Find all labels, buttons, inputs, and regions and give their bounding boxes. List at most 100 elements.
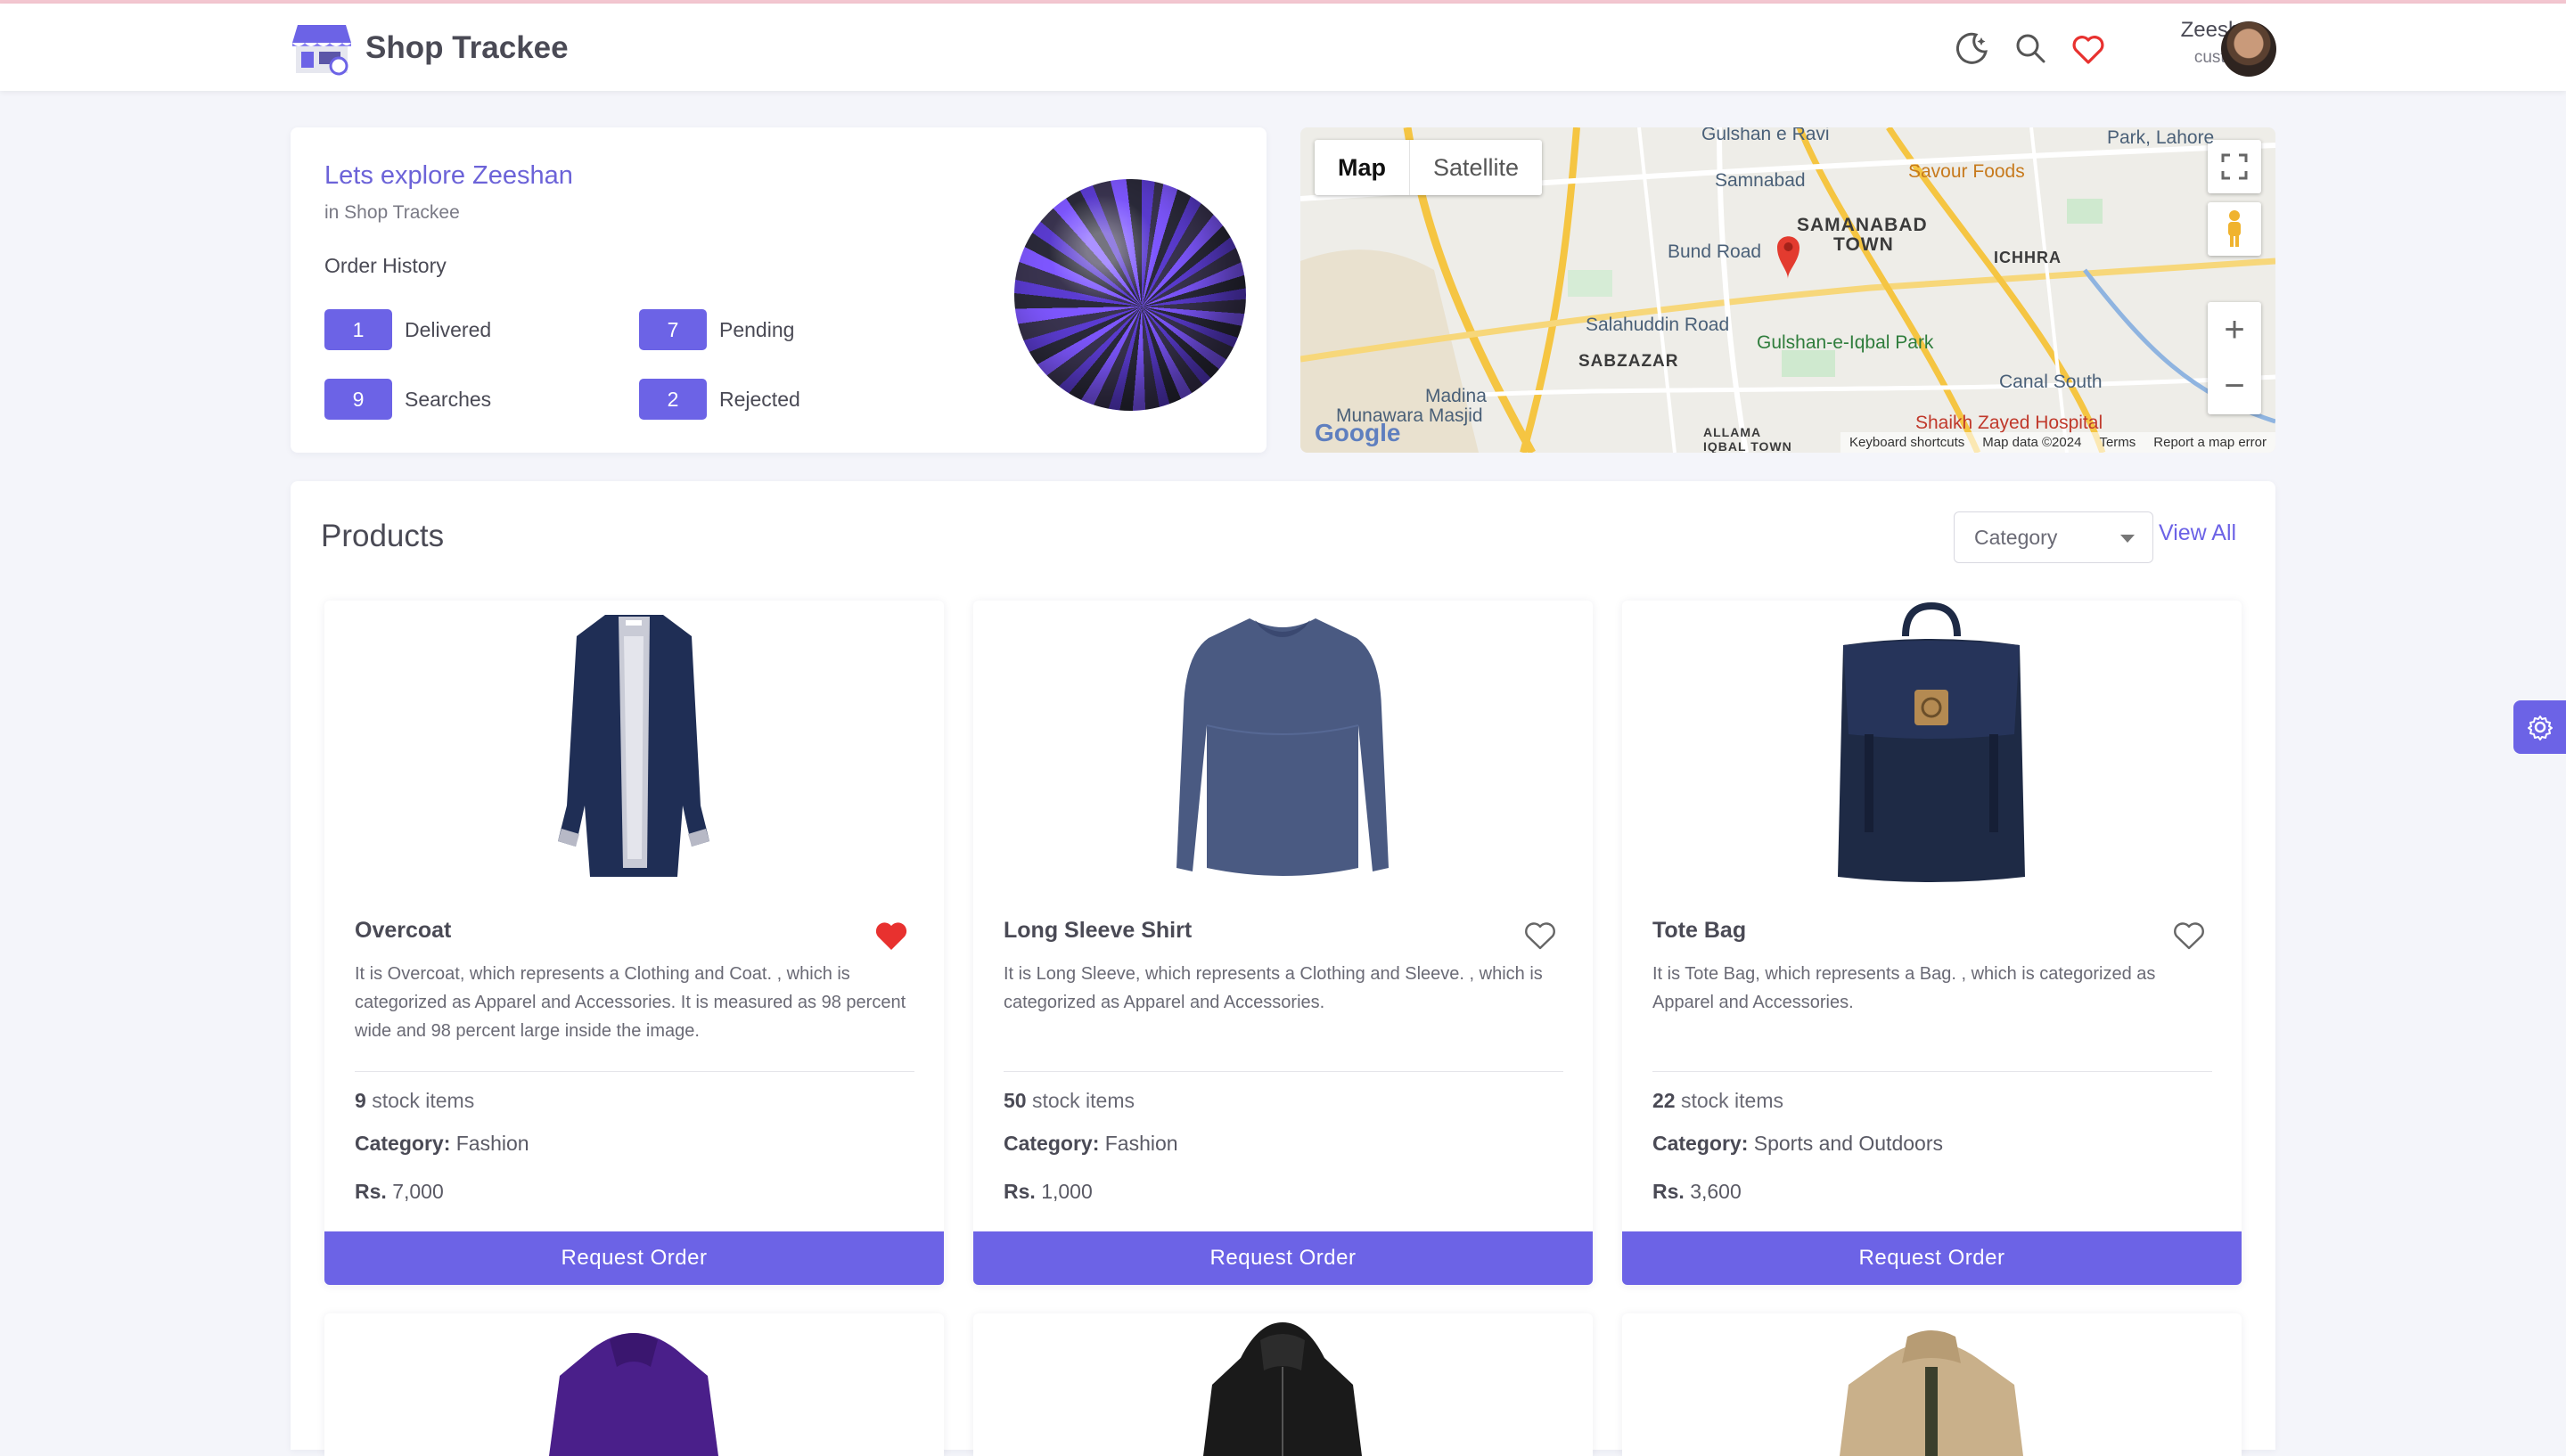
map-label: Park, Lahore bbox=[2107, 127, 2215, 148]
map-label: Madina bbox=[1425, 386, 1487, 406]
settings-button[interactable] bbox=[2513, 700, 2566, 754]
report-error-link[interactable]: Report a map error bbox=[2153, 435, 2267, 450]
product-stock: 50 stock items bbox=[1004, 1089, 1135, 1113]
order-history-label: Order History bbox=[324, 254, 447, 277]
product-card bbox=[1622, 1313, 2242, 1456]
purple-jacket-image bbox=[549, 1333, 718, 1456]
navbar: Shop Trackee Zeeshan customer bbox=[0, 4, 2566, 91]
divider bbox=[1652, 1071, 2212, 1072]
tab-map[interactable]: Map bbox=[1315, 140, 1409, 195]
long-sleeve-shirt-image bbox=[1176, 618, 1389, 876]
stat-count: 9 bbox=[324, 379, 392, 420]
fullscreen-icon[interactable] bbox=[2208, 140, 2261, 193]
google-logo: Google bbox=[1315, 419, 1401, 446]
product-category: Category: Fashion bbox=[1004, 1132, 1178, 1156]
stat-count: 2 bbox=[639, 379, 707, 420]
brand[interactable]: Shop Trackee bbox=[291, 20, 569, 77]
map-label: Bund Road bbox=[1668, 241, 1762, 262]
shop-logo-icon bbox=[291, 20, 353, 77]
category-prefix: Category: bbox=[1004, 1132, 1100, 1155]
keyboard-shortcuts-link[interactable]: Keyboard shortcuts bbox=[1849, 435, 1964, 450]
search-icon[interactable] bbox=[2013, 30, 2048, 66]
heart-filled-icon[interactable] bbox=[874, 920, 908, 952]
stock-count: 22 bbox=[1652, 1089, 1676, 1112]
price-prefix: Rs. bbox=[1004, 1180, 1036, 1203]
product-price: Rs. 1,000 bbox=[1004, 1180, 1093, 1204]
heart-outline-icon[interactable] bbox=[2172, 920, 2206, 952]
request-order-button[interactable]: Request Order bbox=[973, 1231, 1593, 1285]
tab-satellite[interactable]: Satellite bbox=[1409, 140, 1542, 195]
price-prefix: Rs. bbox=[355, 1180, 387, 1203]
category-value: Fashion bbox=[455, 1132, 529, 1155]
price-value: 7,000 bbox=[392, 1180, 444, 1203]
stat-count: 1 bbox=[324, 309, 392, 350]
product-description: It is Tote Bag, which represents a Bag. … bbox=[1652, 964, 2156, 1012]
view-all-link[interactable]: View All bbox=[2159, 520, 2236, 546]
heart-icon[interactable] bbox=[2070, 31, 2106, 67]
zoom-out-icon[interactable]: − bbox=[2224, 366, 2244, 406]
map-label: TOWN bbox=[1833, 234, 1894, 255]
stock-count: 50 bbox=[1004, 1089, 1027, 1112]
map-label: IQBAL TOWN bbox=[1703, 439, 1792, 453]
product-price: Rs. 3,600 bbox=[1652, 1180, 1742, 1204]
stock-suffix: stock items bbox=[1680, 1089, 1784, 1112]
product-stock: 9 stock items bbox=[355, 1089, 474, 1113]
terms-link[interactable]: Terms bbox=[2099, 435, 2136, 450]
product-card: Long Sleeve Shirt It is Long Sleeve, whi… bbox=[973, 601, 1593, 1285]
map-footer: Keyboard shortcuts Map data ©2024 Terms … bbox=[1840, 432, 2275, 453]
welcome-subtitle: in Shop Trackee bbox=[324, 202, 460, 223]
stat-label: Pending bbox=[719, 317, 795, 341]
product-category: Category: Fashion bbox=[355, 1132, 529, 1156]
request-order-button[interactable]: Request Order bbox=[324, 1231, 944, 1285]
product-description: It is Long Sleeve, which represents a Cl… bbox=[1004, 964, 1543, 1012]
moon-icon[interactable] bbox=[1955, 30, 1990, 66]
product-description: It is Overcoat, which represents a Cloth… bbox=[355, 964, 906, 1041]
map-label: Gulshan e Ravi bbox=[1701, 127, 1830, 144]
product-name: Tote Bag bbox=[1652, 918, 1747, 943]
zoom-controls: + − bbox=[2208, 302, 2261, 414]
map-label: Samnabad bbox=[1715, 170, 1806, 191]
product-price: Rs. 7,000 bbox=[355, 1180, 444, 1204]
chevron-down-icon bbox=[2120, 535, 2135, 543]
street-view-pegman-icon[interactable] bbox=[2208, 202, 2261, 256]
category-value: Fashion bbox=[1104, 1132, 1178, 1155]
stock-suffix: stock items bbox=[372, 1089, 475, 1112]
stat-searches: 9 Searches bbox=[324, 379, 491, 420]
stock-count: 9 bbox=[355, 1089, 366, 1112]
gear-icon bbox=[2527, 716, 2553, 740]
stat-pending: 7 Pending bbox=[639, 309, 794, 350]
map-data-text: Map data ©2024 bbox=[1982, 435, 2082, 450]
map-label: SAMANABAD bbox=[1797, 215, 1928, 235]
map-label: ICHHRA bbox=[1994, 249, 2062, 266]
category-prefix: Category: bbox=[355, 1132, 451, 1155]
stat-label: Rejected bbox=[719, 387, 800, 411]
products-title: Products bbox=[321, 519, 445, 553]
category-value: Sports and Outdoors bbox=[1753, 1132, 1943, 1155]
map-widget[interactable]: Map Satellite + − Gulshan e Ravi Park, L… bbox=[1300, 127, 2275, 453]
welcome-card: Lets explore Zeeshan in Shop Trackee Ord… bbox=[291, 127, 1267, 453]
heart-outline-icon[interactable] bbox=[1523, 920, 1557, 952]
category-prefix: Category: bbox=[1652, 1132, 1749, 1155]
product-card: Overcoat It is Overcoat, which represent… bbox=[324, 601, 944, 1285]
brand-name: Shop Trackee bbox=[365, 30, 569, 65]
product-category: Category: Sports and Outdoors bbox=[1652, 1132, 1943, 1156]
price-prefix: Rs. bbox=[1652, 1180, 1685, 1203]
avatar[interactable] bbox=[2221, 21, 2276, 77]
tote-bag-image bbox=[1838, 601, 2025, 882]
overcoat-image bbox=[558, 615, 709, 877]
product-stock: 22 stock items bbox=[1652, 1089, 1783, 1113]
map-type-tabs: Map Satellite bbox=[1315, 140, 1543, 195]
category-select[interactable]: Category bbox=[1954, 511, 2153, 563]
stat-delivered: 1 Delivered bbox=[324, 309, 491, 350]
zoom-in-icon[interactable]: + bbox=[2224, 310, 2244, 350]
divider bbox=[355, 1071, 914, 1072]
welcome-title: Lets explore Zeeshan bbox=[324, 161, 573, 190]
stat-label: Delivered bbox=[405, 317, 492, 341]
stat-rejected: 2 Rejected bbox=[639, 379, 800, 420]
map-label: ALLAMA bbox=[1703, 425, 1762, 439]
map-label: Gulshan-e-Iqbal Park bbox=[1757, 332, 1934, 353]
price-value: 1,000 bbox=[1041, 1180, 1093, 1203]
map-label: Savour Foods bbox=[1908, 161, 2025, 182]
request-order-button[interactable]: Request Order bbox=[1622, 1231, 2242, 1285]
product-card: Tote Bag It is Tote Bag, which represent… bbox=[1622, 601, 2242, 1285]
